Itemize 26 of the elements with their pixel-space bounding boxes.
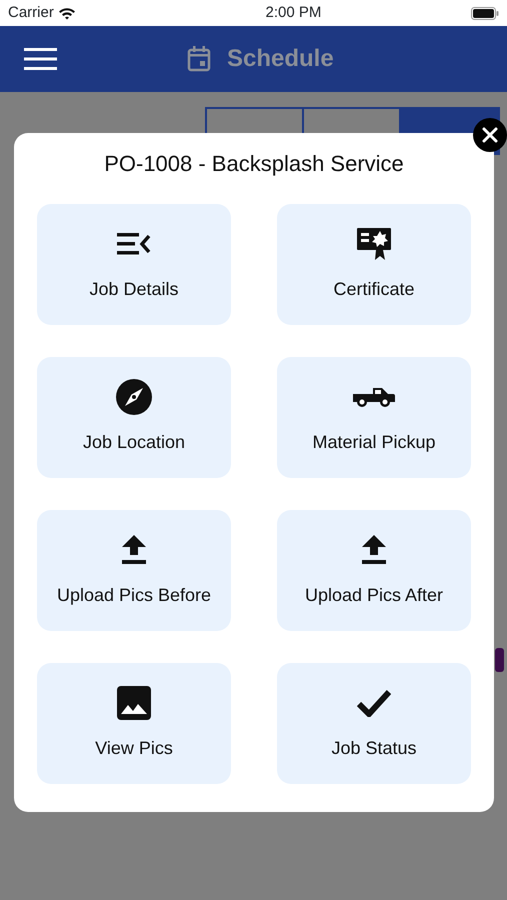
- compass-icon: [116, 379, 152, 415]
- calendar-icon: [187, 46, 211, 72]
- event-chip[interactable]: [495, 648, 504, 672]
- carrier-label: Carrier: [8, 2, 54, 23]
- action-tile[interactable]: Certificate: [277, 204, 471, 325]
- time-label: 2:00 PM: [265, 2, 322, 23]
- action-tile[interactable]: Material Pickup: [277, 357, 471, 478]
- upload-icon: [361, 535, 387, 565]
- list-collapse-icon: [117, 233, 151, 255]
- action-tile[interactable]: Job Details: [37, 204, 231, 325]
- action-tile[interactable]: Job Status: [277, 663, 471, 784]
- menu-icon[interactable]: [24, 48, 57, 70]
- dialog-title: PO-1008 - Backsplash Service: [103, 150, 405, 178]
- image-icon: [117, 686, 151, 720]
- action-tile[interactable]: Job Location: [37, 357, 231, 478]
- upload-icon: [121, 535, 147, 565]
- close-icon: [482, 127, 498, 143]
- pickup-truck-icon: [353, 386, 395, 408]
- action-tile[interactable]: Upload Pics Before: [37, 510, 231, 631]
- battery-icon: [471, 6, 499, 20]
- certificate-icon: [356, 227, 392, 261]
- header-title: Schedule: [227, 44, 334, 74]
- check-icon: [357, 689, 391, 717]
- action-tile[interactable]: View Pics: [37, 663, 231, 784]
- wifi-icon: [58, 6, 76, 20]
- action-tile[interactable]: Upload Pics After: [277, 510, 471, 631]
